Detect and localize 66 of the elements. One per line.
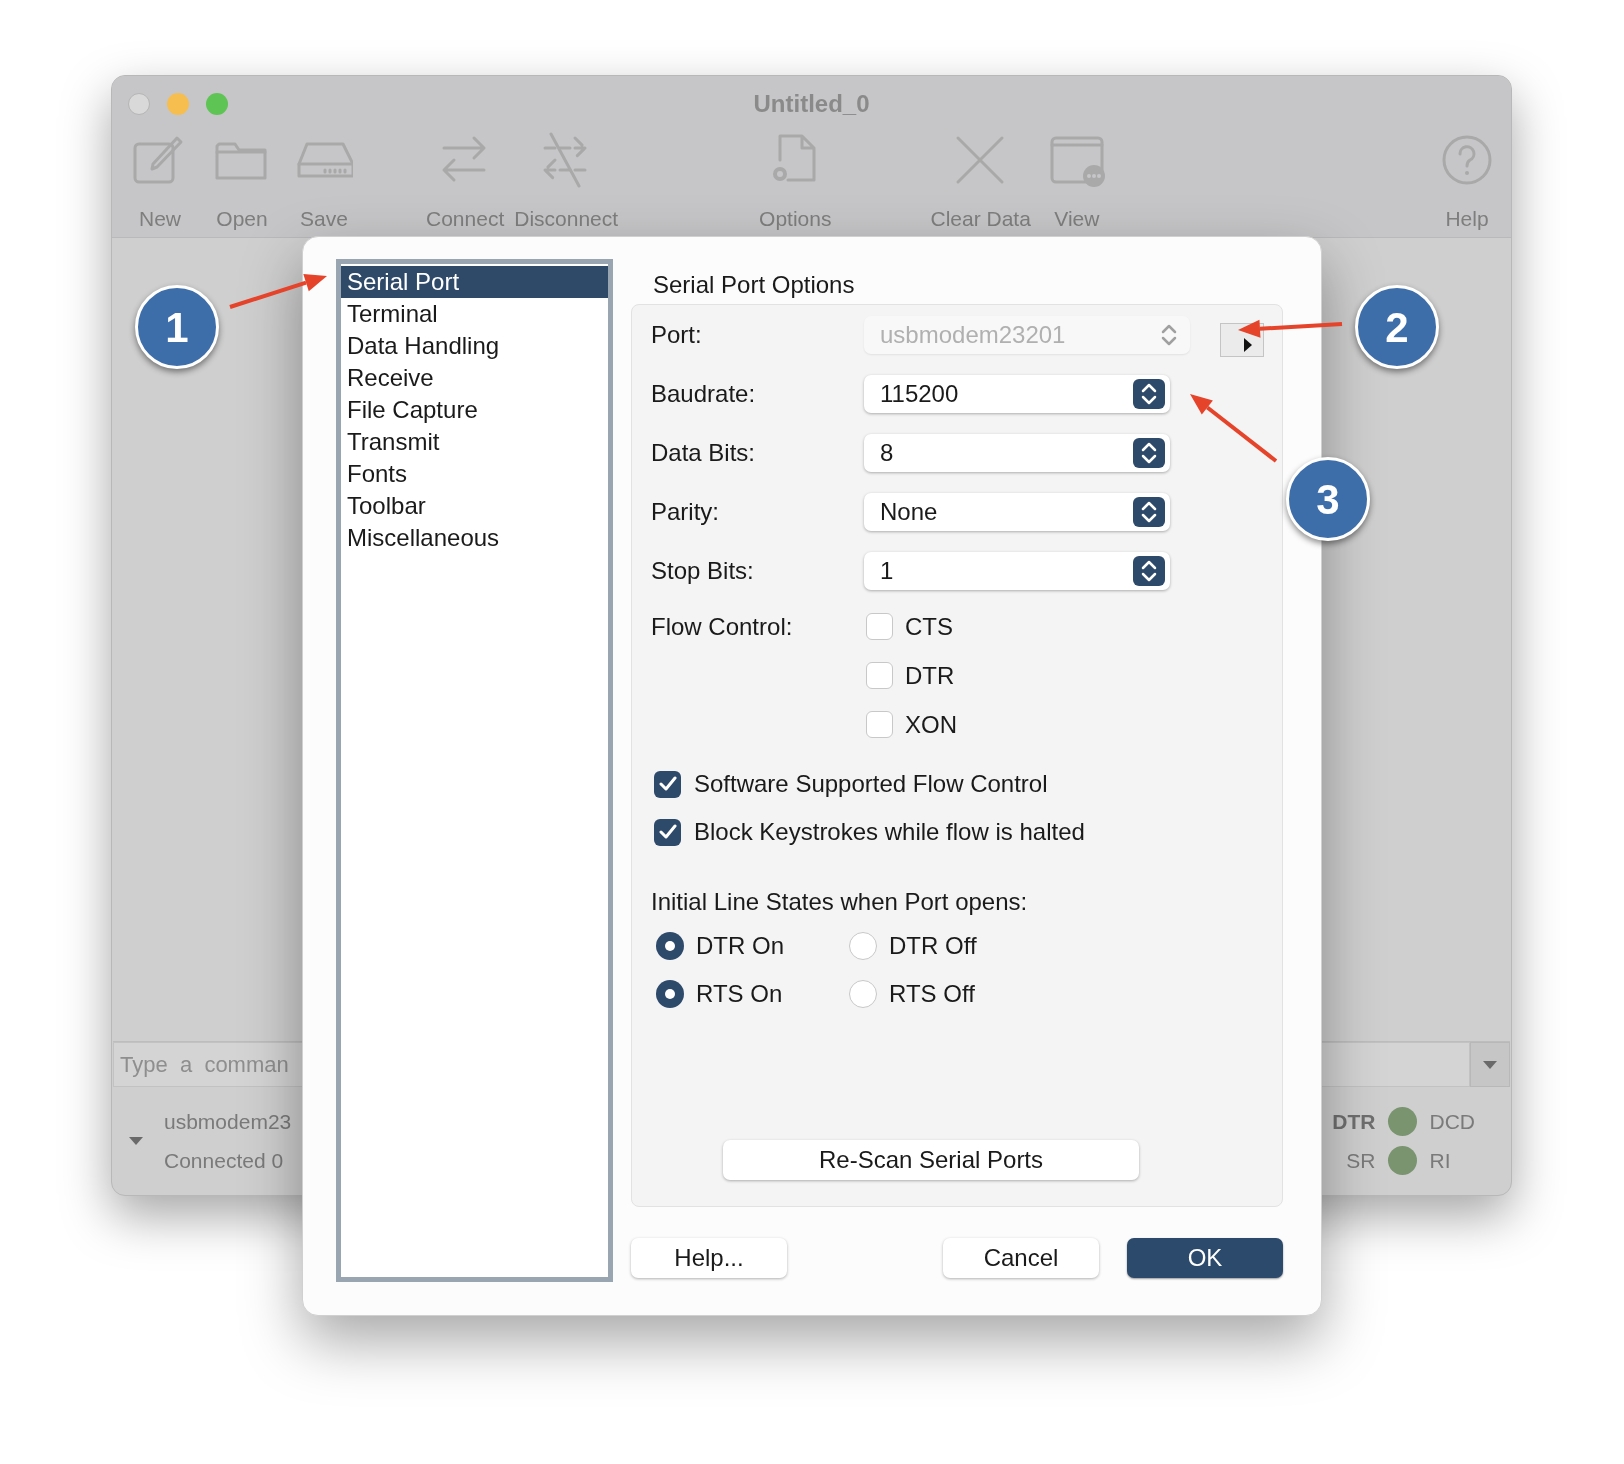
checkmark-icon	[658, 824, 677, 840]
section-title: Serial Port Options	[652, 270, 856, 300]
checkbox-label: Block Keystrokes while flow is halted	[694, 817, 1085, 847]
triangle-icon	[1243, 336, 1253, 353]
caret-icon	[128, 1136, 144, 1146]
rescan-button[interactable]: Re-Scan Serial Ports	[723, 1140, 1139, 1180]
category-item[interactable]: File Capture	[341, 394, 608, 426]
field-label: Port:	[651, 319, 703, 350]
radio-label: DTR On	[696, 931, 784, 961]
category-item[interactable]: Serial Port	[341, 266, 608, 298]
category-item[interactable]: Data Handling	[341, 330, 608, 362]
signal-indicator	[1387, 1106, 1417, 1136]
field-label: Stop Bits:	[651, 555, 755, 586]
radio-label: RTS On	[696, 979, 783, 1009]
radio-button[interactable]	[656, 980, 684, 1008]
history-dropdown[interactable]	[1470, 1042, 1510, 1087]
checkbox-label: XON	[905, 709, 957, 740]
ok-button[interactable]: OK	[1127, 1238, 1283, 1278]
checkbox[interactable]	[866, 613, 893, 640]
checkmark-icon	[658, 776, 677, 792]
category-item[interactable]: Fonts	[341, 458, 608, 490]
caret-icon	[1482, 1059, 1498, 1070]
popup-button[interactable]: 1	[864, 551, 1170, 590]
help-button[interactable]: Help...	[631, 1238, 787, 1278]
popup-button[interactable]: None	[864, 492, 1170, 531]
stepper-icon	[1133, 437, 1165, 468]
connection-status: Connected 0	[164, 1148, 285, 1174]
radio-button[interactable]	[849, 980, 877, 1008]
checkbox-label: DTR	[905, 660, 955, 691]
radio-label: RTS Off	[889, 979, 975, 1009]
checkbox-label: CTS	[905, 611, 953, 642]
stepper-icon	[1133, 378, 1165, 409]
stepper-icon	[1133, 555, 1165, 586]
field-label: Data Bits:	[651, 437, 757, 468]
stepper-icon	[1133, 496, 1165, 527]
category-item[interactable]: Toolbar	[341, 490, 608, 522]
radio-label: DTR Off	[889, 931, 977, 961]
popup-button[interactable]: 8	[864, 433, 1170, 472]
signal-label: RI	[1429, 1148, 1452, 1174]
window-title: Untitled_0	[753, 89, 870, 119]
category-item[interactable]: Terminal	[341, 298, 608, 330]
radio-button[interactable]	[849, 932, 877, 960]
checkbox-label: Software Supported Flow Control	[694, 769, 1048, 799]
checkbox[interactable]	[866, 662, 893, 689]
disclosure-triangle[interactable]	[128, 1136, 144, 1146]
popup-button[interactable]: 115200	[864, 374, 1170, 413]
signal-label: DTR	[1332, 1108, 1376, 1135]
category-item[interactable]: Transmit	[341, 426, 608, 458]
field-label: Baudrate:	[651, 378, 757, 409]
port-name: usbmodem23	[164, 1108, 292, 1135]
field-label: Parity:	[651, 496, 720, 527]
minimize-button[interactable]	[167, 93, 189, 115]
category-item[interactable]: Miscellaneous	[341, 522, 608, 554]
checkbox[interactable]	[654, 770, 681, 798]
signal-indicator	[1387, 1146, 1417, 1176]
radio-button[interactable]	[656, 932, 684, 960]
checkbox[interactable]	[654, 818, 681, 846]
group-label: Initial Line States when Port opens:	[651, 887, 1029, 917]
zoom-button[interactable]	[206, 93, 228, 115]
checkbox[interactable]	[866, 711, 893, 738]
category-item[interactable]: Receive	[341, 362, 608, 394]
signal-label: DCD	[1429, 1108, 1475, 1135]
cancel-button[interactable]: Cancel	[943, 1238, 1099, 1278]
field-label: Flow Control:	[651, 612, 794, 642]
close-button[interactable]	[128, 93, 150, 115]
signal-label: SR	[1345, 1148, 1376, 1174]
